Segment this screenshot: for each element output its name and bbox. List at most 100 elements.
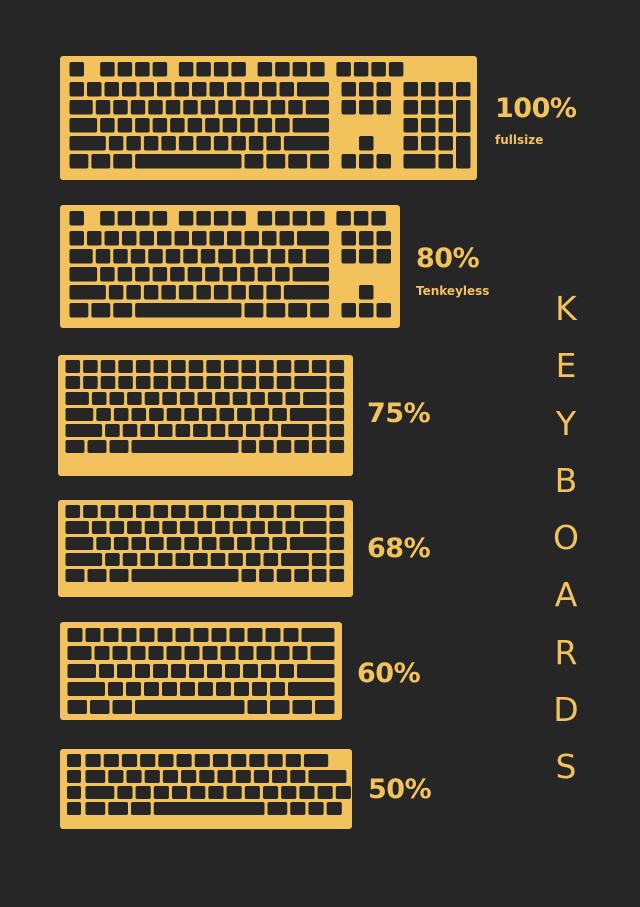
keycap xyxy=(266,285,281,300)
keycap xyxy=(329,392,345,405)
keycap xyxy=(197,392,213,405)
keycap xyxy=(262,82,277,97)
keycap xyxy=(130,100,146,115)
keycap xyxy=(231,62,246,77)
keycap xyxy=(109,521,125,534)
keycap xyxy=(170,118,185,133)
keycap xyxy=(87,440,107,453)
keycap xyxy=(376,82,391,97)
keycap xyxy=(272,537,287,550)
keycap xyxy=(67,754,81,767)
keycap xyxy=(290,770,306,783)
keycap xyxy=(292,62,308,77)
keycap xyxy=(232,521,248,534)
keycap xyxy=(126,770,142,783)
keycap xyxy=(95,249,111,264)
keycap xyxy=(266,136,281,151)
keycap xyxy=(140,553,155,566)
keycap xyxy=(336,62,351,77)
keycap xyxy=(65,440,85,453)
keycap xyxy=(87,231,102,246)
keyboard-60-diagram xyxy=(60,622,342,720)
keycap xyxy=(118,376,133,389)
keycap xyxy=(144,770,160,783)
keycap xyxy=(285,392,301,405)
keycap xyxy=(200,249,216,264)
keycap xyxy=(294,440,309,453)
keycap xyxy=(85,754,101,767)
keycap xyxy=(310,154,329,169)
keycap xyxy=(67,770,81,783)
keycap xyxy=(283,136,329,151)
title-letter: S xyxy=(555,747,577,787)
keycap xyxy=(235,770,251,783)
keycap xyxy=(65,360,81,373)
keycap xyxy=(209,82,224,97)
keycap xyxy=(223,376,239,389)
keycap xyxy=(263,553,279,566)
keycap xyxy=(438,100,453,115)
keyboard-68-label: 68% xyxy=(367,533,431,564)
keycap xyxy=(257,211,273,226)
keycap xyxy=(69,285,106,300)
keycap xyxy=(65,376,81,389)
keycap xyxy=(122,424,138,437)
keycap xyxy=(131,537,147,550)
keycap xyxy=(65,553,103,566)
keycap xyxy=(421,118,436,133)
keycap xyxy=(231,285,246,300)
keycap xyxy=(158,754,174,767)
keycap xyxy=(403,118,418,133)
keycap xyxy=(65,537,94,550)
keycap xyxy=(279,231,294,246)
keyboard-50-diagram xyxy=(60,749,352,829)
keycap xyxy=(135,118,150,133)
keycap xyxy=(250,392,265,405)
keycap xyxy=(371,211,386,226)
keycap xyxy=(126,285,141,300)
keycap xyxy=(126,682,141,696)
keycap xyxy=(85,770,106,783)
keyboard-68-diagram xyxy=(58,500,353,597)
keycap xyxy=(135,62,150,77)
title-letter: O xyxy=(553,518,579,558)
keycap xyxy=(152,62,168,77)
keycap xyxy=(178,62,194,77)
keycap xyxy=(231,136,246,151)
keyboard-60-label: 60% xyxy=(357,658,421,689)
keycap xyxy=(104,82,119,97)
keycap xyxy=(248,285,264,300)
keycap xyxy=(329,521,345,534)
keycap xyxy=(170,267,185,282)
keycap xyxy=(108,770,124,783)
keycap xyxy=(205,118,220,133)
keycap xyxy=(162,392,177,405)
keycap xyxy=(149,408,164,421)
keycap xyxy=(139,82,154,97)
keycap xyxy=(206,360,221,373)
keycap xyxy=(231,211,246,226)
keycap xyxy=(69,154,89,169)
keycap xyxy=(103,754,119,767)
keycap xyxy=(153,376,169,389)
keycap xyxy=(127,392,142,405)
keycap xyxy=(308,802,324,815)
keycap xyxy=(187,267,203,282)
keycap xyxy=(130,646,146,660)
keycap xyxy=(247,628,263,642)
keycap xyxy=(85,786,115,799)
keycap xyxy=(219,408,235,421)
keycap xyxy=(212,754,229,767)
keycap xyxy=(108,285,124,300)
keycap xyxy=(96,537,111,550)
keycap xyxy=(288,100,303,115)
keycap xyxy=(161,285,176,300)
keycap xyxy=(113,154,133,169)
keycap xyxy=(229,628,245,642)
keycap xyxy=(403,136,418,151)
keycap xyxy=(235,249,251,264)
keycap xyxy=(104,231,119,246)
keycap xyxy=(69,267,98,282)
keycap xyxy=(117,664,132,678)
keycap xyxy=(171,786,188,799)
